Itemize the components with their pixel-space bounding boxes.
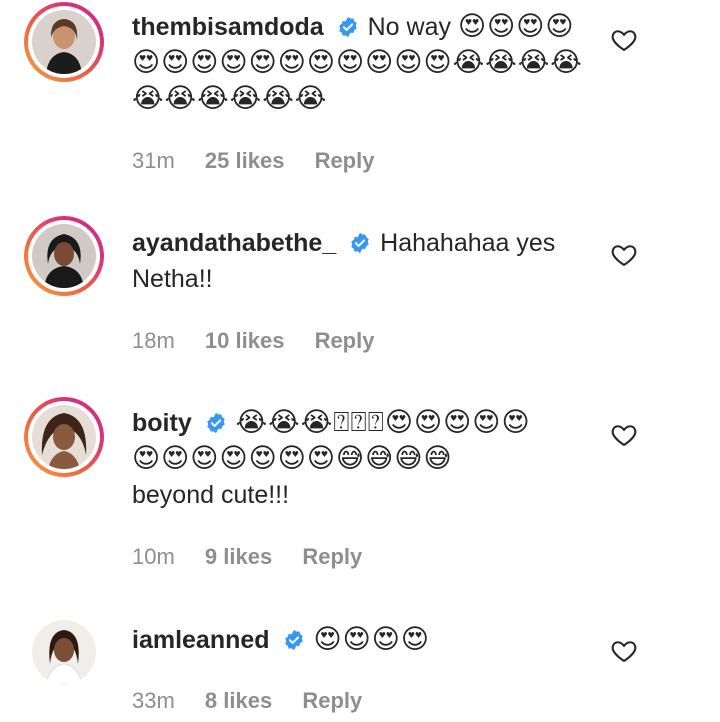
comment-text: beyond cute!!! <box>132 481 290 509</box>
avatar-story-ring[interactable] <box>24 397 104 477</box>
comment-time: 33m <box>132 688 175 713</box>
comment-meta: 10m 9 likes Reply <box>132 544 386 570</box>
comment-likes[interactable]: 10 likes <box>205 328 285 353</box>
reply-button[interactable]: Reply <box>302 688 362 713</box>
comment-emojis: 😍😍😍😍😍😍😍😅😅😅😅 <box>132 443 453 474</box>
avatar[interactable] <box>32 620 96 684</box>
comment-time: 10m <box>132 544 175 569</box>
comment-time: 18m <box>132 328 175 353</box>
comment-username[interactable]: thembisamdoda <box>132 13 324 41</box>
heart-outline-icon[interactable] <box>610 241 638 269</box>
comment-time: 31m <box>132 148 175 173</box>
comment-username[interactable]: ayandathabethe_ <box>132 229 336 257</box>
comment-body: thembisamdoda No way 😍😍😍😍😍😍😍😍😍😍😍😍😍😍😍😭😭😭😭… <box>132 9 600 117</box>
comment-body: boity 😭😭😭⍰⍰⍰😍😍😍😍😍 😍😍😍😍😍😍😍😅😅😅😅 beyond cut… <box>132 405 600 513</box>
comment-body: ayandathabethe_ Hahahahaa yes Netha!! <box>132 225 600 297</box>
comment-text: No way <box>367 13 451 41</box>
comment-emojis: 😭😭😭⍰⍰⍰😍😍😍😍😍 <box>235 407 531 438</box>
comment-username[interactable]: boity <box>132 409 192 437</box>
avatar-image <box>32 620 96 684</box>
comment-meta: 18m 10 likes Reply <box>132 328 398 354</box>
verified-badge-icon <box>206 412 225 434</box>
avatar-story-ring[interactable] <box>24 2 104 82</box>
avatar-story-ring[interactable] <box>24 216 104 296</box>
avatar <box>32 10 96 74</box>
heart-outline-icon[interactable] <box>610 26 638 54</box>
reply-button[interactable]: Reply <box>315 328 375 353</box>
comment-meta: 33m 8 likes Reply <box>132 688 386 714</box>
avatar <box>32 405 96 469</box>
verified-badge-icon <box>351 232 369 254</box>
reply-button[interactable]: Reply <box>315 148 375 173</box>
verified-badge-icon <box>284 629 303 651</box>
comment-username[interactable]: iamleanned <box>132 626 270 654</box>
comment-emojis: 😍😍😍😍 <box>313 624 431 655</box>
heart-outline-icon[interactable] <box>610 637 638 665</box>
comment-likes[interactable]: 9 likes <box>205 544 272 569</box>
comment-likes[interactable]: 25 likes <box>205 148 285 173</box>
comment-likes[interactable]: 8 likes <box>205 688 272 713</box>
verified-badge-icon <box>338 16 357 38</box>
comment-meta: 31m 25 likes Reply <box>132 148 398 174</box>
reply-button[interactable]: Reply <box>302 544 362 569</box>
heart-outline-icon[interactable] <box>610 421 638 449</box>
avatar <box>32 224 96 288</box>
comment-body: iamleanned 😍😍😍😍 <box>132 622 600 658</box>
